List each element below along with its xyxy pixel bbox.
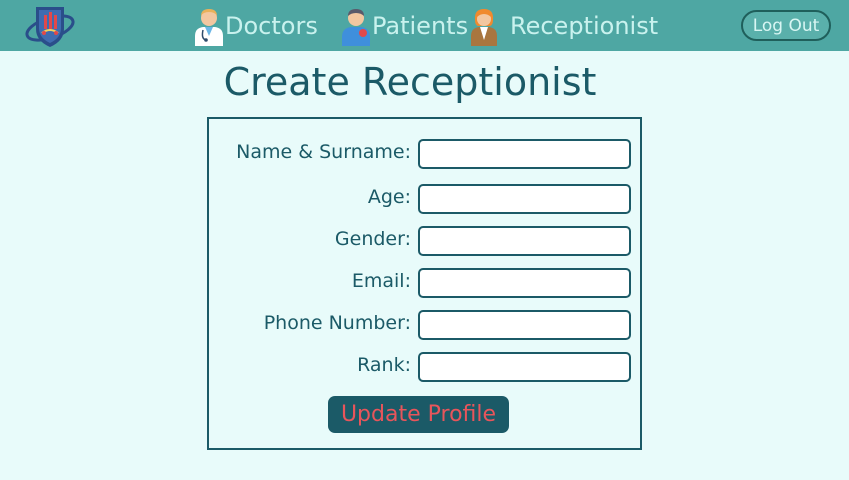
email-input[interactable]: [418, 268, 631, 298]
logout-button[interactable]: Log Out: [741, 10, 831, 41]
phone-number-label: Phone Number:: [263, 312, 411, 334]
phone-number-input[interactable]: [418, 310, 631, 340]
gender-input[interactable]: [418, 226, 631, 256]
update-profile-button[interactable]: Update Profile: [328, 396, 509, 433]
patient-avatar-icon: [342, 9, 370, 46]
doctor-avatar-icon: [195, 9, 223, 46]
email-label: Email:: [351, 270, 411, 292]
nav-item-receptionist[interactable]: Receptionist: [468, 6, 658, 46]
nav-label-receptionist: Receptionist: [510, 12, 659, 40]
receptionist-avatar-icon: [471, 9, 497, 46]
name-surname-label: Name & Surname:: [236, 141, 411, 163]
create-receptionist-form: Name & Surname: Age: Gender: Email: Phon…: [207, 117, 642, 450]
page-title: Create Receptionist: [223, 60, 597, 104]
hospital-shield-logo-icon[interactable]: [24, 3, 76, 49]
age-label: Age:: [367, 186, 411, 208]
rank-label: Rank:: [357, 354, 411, 376]
nav-item-doctors[interactable]: Doctors: [193, 6, 318, 46]
nav-item-patients[interactable]: Patients: [340, 6, 468, 46]
age-input[interactable]: [418, 184, 631, 214]
gender-label: Gender:: [334, 228, 411, 250]
name-surname-input[interactable]: [418, 139, 631, 169]
top-navbar: Doctors Patients Receptionist Log Out: [0, 0, 849, 51]
nav-label-patients: Patients: [372, 12, 469, 40]
rank-input[interactable]: [418, 352, 631, 382]
nav-label-doctors: Doctors: [225, 12, 318, 40]
